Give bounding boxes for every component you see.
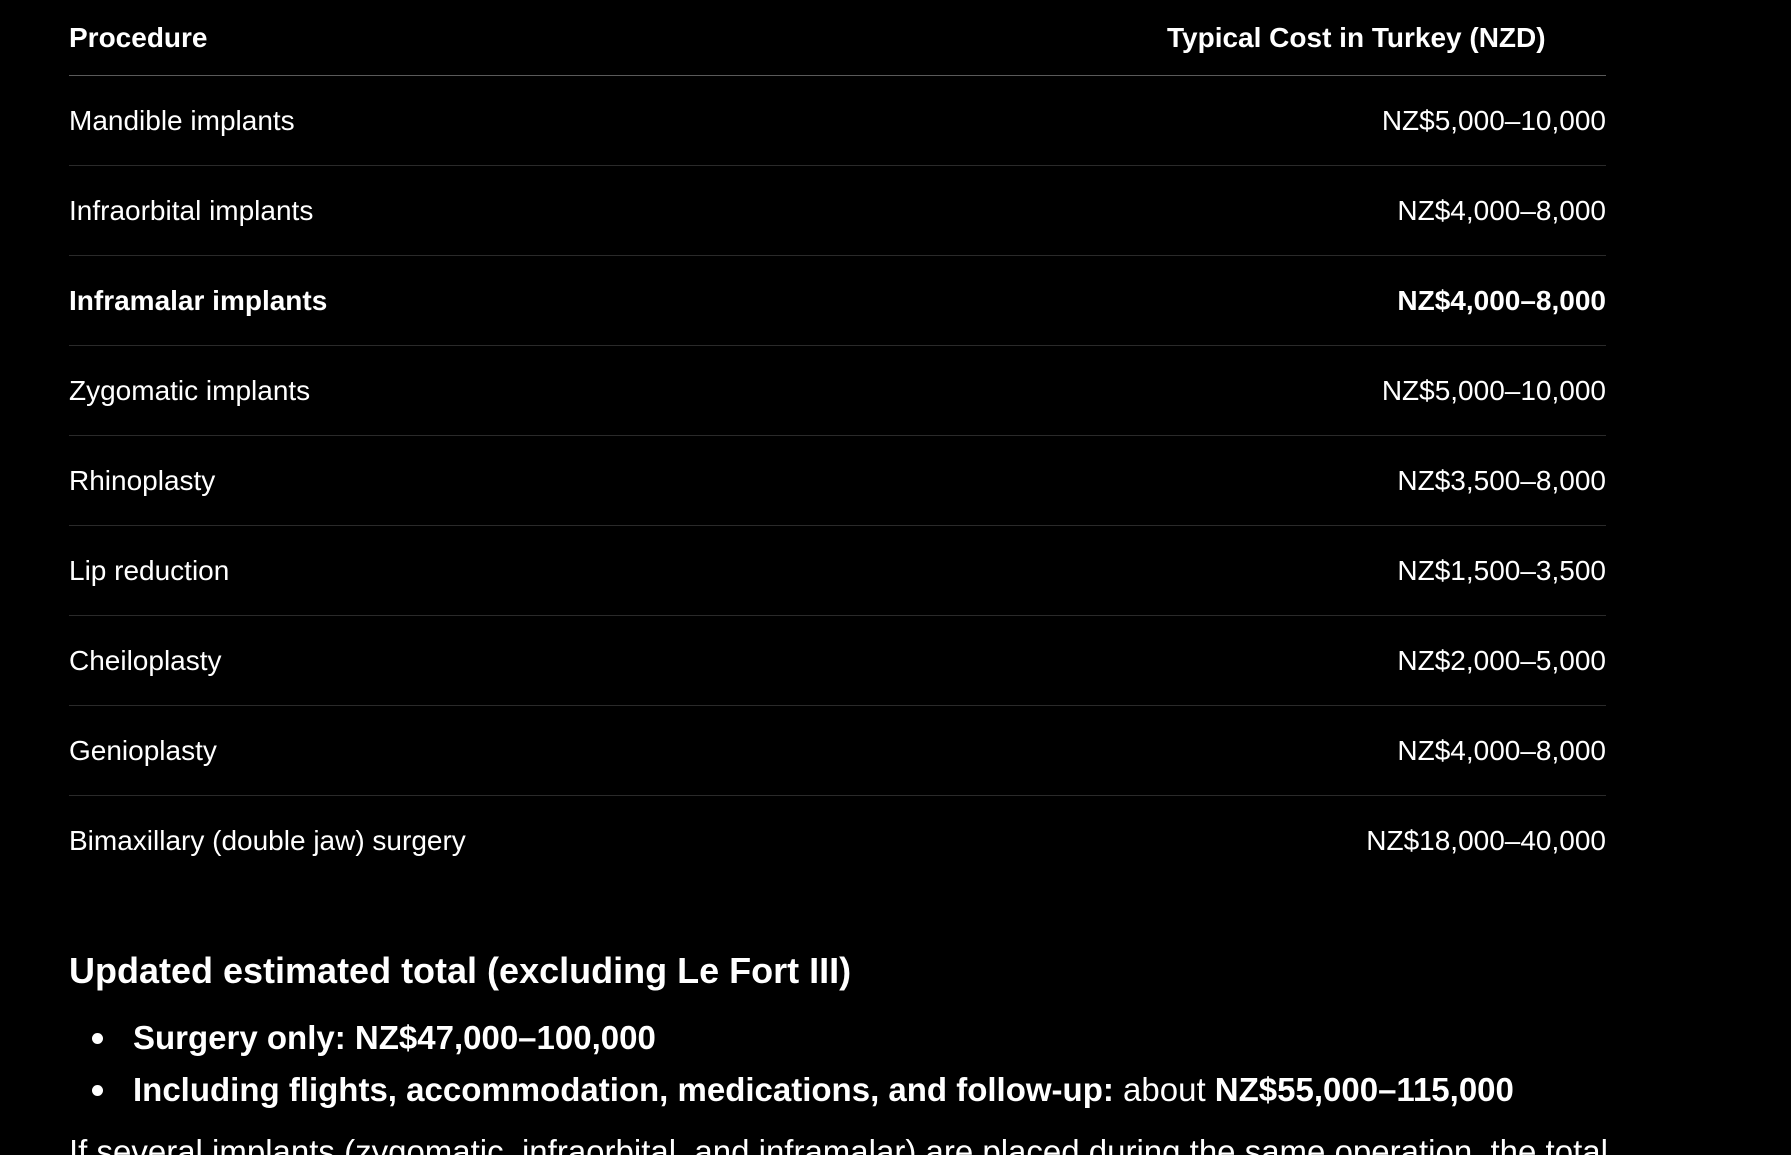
table-row: Zygomatic implants NZ$5,000–10,000	[69, 345, 1606, 436]
summary-list-item: Surgery only: NZ$47,000–100,000	[69, 1012, 1606, 1064]
table-row: Infraorbital implants NZ$4,000–8,000	[69, 165, 1606, 256]
table-row: Genioplasty NZ$4,000–8,000	[69, 705, 1606, 796]
response-content: Procedure Typical Cost in Turkey (NZD) M…	[69, 0, 1608, 1155]
cost-cell: NZ$4,000–8,000	[1167, 705, 1606, 796]
summary-item-value: NZ$55,000–115,000	[1214, 1071, 1514, 1108]
table-row: Rhinoplasty NZ$3,500–8,000	[69, 435, 1606, 526]
bullet-icon	[92, 1033, 103, 1044]
procedure-cell: Genioplasty	[69, 705, 1167, 796]
table-row: Lip reduction NZ$1,500–3,500	[69, 525, 1606, 616]
procedure-cell: Bimaxillary (double jaw) surgery	[69, 824, 466, 856]
summary-item-label: Surgery only:	[133, 1019, 346, 1056]
procedure-cell: Lip reduction	[69, 525, 1167, 616]
table-header-row: Procedure Typical Cost in Turkey (NZD)	[69, 0, 1606, 76]
summary-list-item: Including flights, accommodation, medica…	[69, 1064, 1606, 1116]
table-body: Mandible implants NZ$5,000–10,000 Infraorb…	[69, 75, 1606, 886]
procedure-cell: Zygomatic implants	[69, 345, 1167, 436]
table-row: Inframalar implants NZ$4,000–8,000	[69, 255, 1606, 346]
procedure-cell: Infraorbital implants	[69, 165, 1167, 256]
cost-cell: NZ$4,000–8,000	[1167, 165, 1606, 256]
cost-cell: NZ$5,000–10,000	[1167, 75, 1606, 166]
totals-list: Surgery only: NZ$47,000–100,000 Including…	[69, 1012, 1606, 1116]
table-row: Cheiloplasty NZ$2,000–5,000	[69, 615, 1606, 706]
table-row: Mandible implants NZ$5,000–10,000	[69, 75, 1606, 166]
header-procedure: Procedure	[69, 0, 1167, 76]
summary-heading: Updated estimated total (excluding Le Fo…	[69, 950, 852, 991]
cost-cell: NZ$4,000–8,000	[1167, 255, 1606, 346]
procedure-cell: Rhinoplasty	[69, 435, 1167, 526]
procedure-cell: Cheiloplasty	[69, 615, 1167, 706]
cost-cell: NZ$2,000–5,000	[1167, 615, 1606, 706]
cost-cell: NZ$3,500–8,000	[1167, 435, 1606, 526]
summary-item-text: about	[1123, 1071, 1206, 1108]
table-row: Bimaxillary (double jaw) surgery NZ$18,00…	[69, 796, 1606, 886]
procedure-cost-table: Procedure Typical Cost in Turkey (NZD) M…	[69, 0, 1606, 885]
summary-item-value: NZ$47,000–100,000	[354, 1019, 656, 1056]
header-cost: Typical Cost in Turkey (NZD)	[1167, 0, 1606, 76]
cost-cell: NZ$1,500–3,500	[1167, 525, 1606, 616]
procedure-cell: Inframalar implants	[69, 255, 1167, 346]
bullet-icon	[92, 1085, 103, 1096]
summary-item-label: Including flights, accommodation, medica…	[133, 1071, 1114, 1108]
cost-cell: NZ$5,000–10,000	[1167, 345, 1606, 436]
procedure-cell: Mandible implants	[69, 75, 1167, 166]
trailing-paragraph: If several implants (zygomatic, infraorb…	[69, 1133, 1608, 1155]
cost-cell: NZ$18,000–40,000	[1366, 824, 1606, 856]
